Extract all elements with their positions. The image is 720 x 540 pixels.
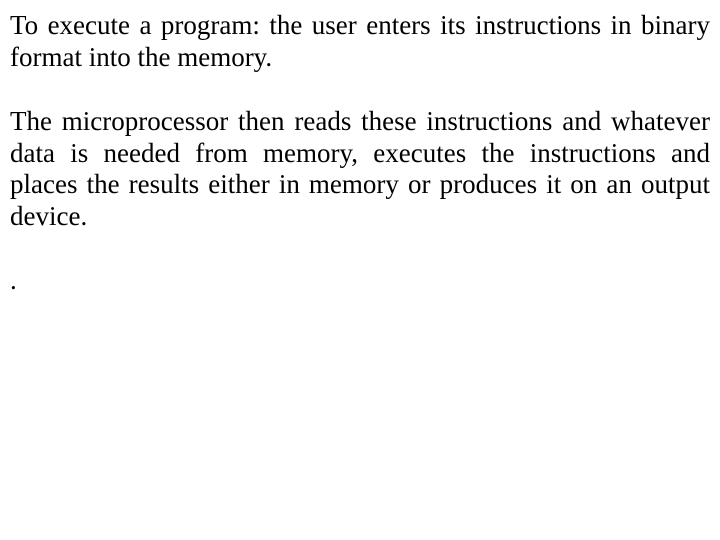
trailing-dot: . bbox=[10, 265, 710, 297]
paragraph-microprocessor: The microprocessor then reads these inst… bbox=[10, 106, 710, 233]
paragraph-execute: To execute a program: the user enters it… bbox=[10, 10, 710, 74]
document-page: To execute a program: the user enters it… bbox=[0, 0, 720, 297]
